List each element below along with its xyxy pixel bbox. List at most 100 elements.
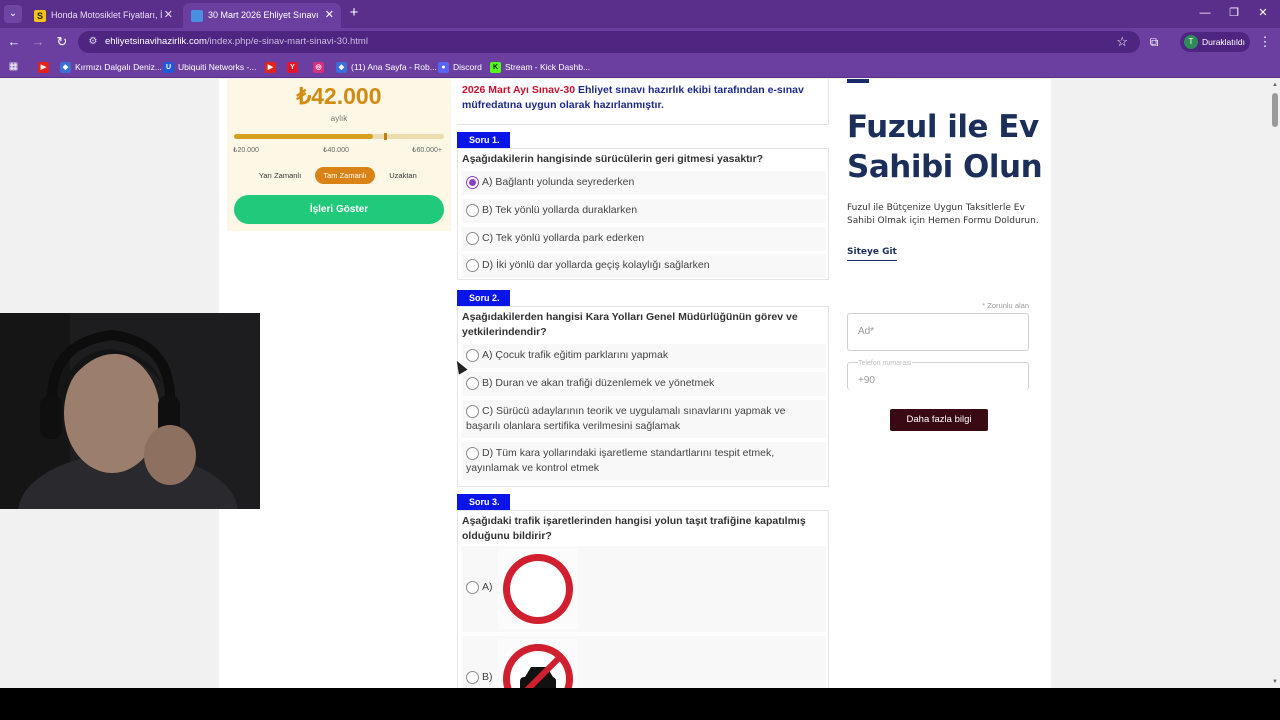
- bookmark-y[interactable]: Y: [287, 59, 302, 75]
- bookmark-discord[interactable]: ● Discord: [438, 59, 482, 75]
- bookmark-ubiquiti[interactable]: U Ubiquiti Networks -...: [163, 59, 256, 75]
- profile-button[interactable]: T Duraklatıldı: [1180, 32, 1250, 52]
- letterbox-bar: [0, 688, 1280, 720]
- tab-honda[interactable]: S Honda Motosiklet Fiyatları, İkinci El ✕: [26, 3, 180, 28]
- more-info-button[interactable]: Daha fazla bilgi: [890, 409, 988, 431]
- page-scrollbar[interactable]: ▲ ▼: [1270, 79, 1280, 688]
- phone-field[interactable]: Telefon numarası +90: [847, 360, 1029, 390]
- url-text: ehliyetsinavihazirlik.com/index.php/e-si…: [105, 31, 368, 53]
- forward-icon[interactable]: →: [30, 34, 46, 50]
- back-icon[interactable]: ←: [6, 34, 22, 50]
- option-b[interactable]: B) Tek yönlü yollarda duraklarken: [462, 199, 826, 223]
- option-d[interactable]: D) İki yönlü dar yollarda geçiş kolaylığ…: [462, 254, 826, 278]
- option-c[interactable]: C) Sürücü adaylarının teorik ve uygulama…: [462, 400, 826, 438]
- ad-panel: Fuzul ile Ev Sahibi Olun Fuzul ile Bütçe…: [837, 79, 1051, 688]
- tab-title: Honda Motosiklet Fiyatları, İkinci El: [51, 10, 163, 21]
- avatar: T: [1184, 35, 1198, 49]
- address-bar[interactable]: ⚙ ehliyetsinavihazirlik.com/index.php/e-…: [78, 31, 1140, 53]
- kick-icon: K: [490, 62, 501, 74]
- question-text: Aşağıdakilerden hangisi Kara Yolları Gen…: [462, 311, 798, 338]
- question-text: Aşağıdaki trafik işaretlerinden hangisi …: [462, 515, 806, 542]
- bookmark-label: (11) Ana Sayfa - Rob...: [351, 62, 437, 72]
- apps-grid-icon[interactable]: ▦: [7, 60, 20, 73]
- ad-accent-bar: [847, 79, 869, 83]
- extensions-icon[interactable]: ⧉: [1146, 34, 1162, 50]
- worktype-remote[interactable]: Uzaktan: [385, 167, 421, 184]
- bookmarks-bar: ▦ ▶ ◆ Kırmızı Dalgalı Deniz... U Ubiquiti …: [0, 56, 1280, 78]
- tab-strip: ⌄ S Honda Motosiklet Fiyatları, İkinci El…: [0, 0, 1280, 28]
- scroll-thumb[interactable]: [1272, 93, 1278, 127]
- salary-widget: ₺42.000 aylık ₺20.000 ₺40.000 ₺60.000+ Y…: [227, 79, 451, 231]
- radio-button[interactable]: [466, 581, 479, 594]
- show-jobs-button[interactable]: İşleri Göster: [234, 195, 444, 224]
- name-field[interactable]: Ad*: [847, 313, 1029, 351]
- webcam-person-graphic: [0, 313, 260, 509]
- menu-kebab-icon[interactable]: ⋮: [1258, 34, 1272, 50]
- closed-to-traffic-sign-graphic: [503, 554, 573, 624]
- radio-button[interactable]: [466, 259, 479, 272]
- closed-to-traffic-sign-icon[interactable]: [498, 549, 578, 629]
- bookmark-instagram[interactable]: ◎: [313, 59, 328, 75]
- bookmark-roblox[interactable]: ◆ (11) Ana Sayfa - Rob...: [336, 59, 437, 75]
- ad-description: Fuzul ile Bütçenize Uygun Taksitlerle Ev…: [847, 203, 1039, 226]
- worktype-full-time[interactable]: Tam Zamanlı: [315, 167, 375, 184]
- salary-period: aylık: [330, 114, 348, 123]
- instagram-icon: ◎: [313, 62, 324, 74]
- bookmark-youtube-2[interactable]: ▶: [265, 59, 280, 75]
- scroll-up-icon[interactable]: ▲: [1271, 81, 1279, 89]
- radio-button[interactable]: [466, 204, 479, 217]
- site-info-icon[interactable]: ⚙: [86, 35, 100, 49]
- required-note: * Zorunlu alan: [982, 301, 1029, 310]
- reload-icon[interactable]: ↻: [54, 34, 70, 50]
- bookmark-label: Stream - Kick Dashb...: [505, 62, 591, 72]
- radio-button[interactable]: [466, 671, 479, 684]
- bookmark-star-icon[interactable]: ☆: [1116, 34, 1128, 50]
- bookmark-kick[interactable]: K Stream - Kick Dashb...: [490, 59, 590, 75]
- browser-toolbar: ← → ↻ ⚙ ehliyetsinavihazirlik.com/index.…: [0, 28, 1280, 56]
- restore-icon[interactable]: ❐: [1225, 5, 1243, 21]
- bookmark-youtube[interactable]: ▶: [38, 59, 53, 75]
- question-1: Aşağıdakilerin hangisinde sürücülerin ge…: [457, 148, 829, 280]
- radio-button[interactable]: [466, 232, 479, 245]
- site-favicon-icon: [191, 9, 203, 22]
- no-motor-vehicles-sign-icon[interactable]: [498, 639, 578, 688]
- y-icon: Y: [287, 62, 298, 74]
- option-c[interactable]: C) Tek yönlü yollarda park ederken: [462, 227, 826, 251]
- scroll-down-icon[interactable]: ▼: [1271, 678, 1279, 686]
- option-b[interactable]: B) Duran ve akan trafiği düzenlemek ve y…: [462, 372, 826, 396]
- question-label: Soru 3.: [457, 494, 510, 510]
- webcam-overlay: [0, 313, 260, 509]
- worktype-part-time[interactable]: Yarı Zamanlı: [253, 167, 307, 184]
- option-a[interactable]: A) Bağlantı yolunda seyrederken: [462, 171, 826, 195]
- option-b[interactable]: B): [462, 636, 826, 688]
- ad-site-link[interactable]: Siteye Git: [847, 247, 897, 261]
- roblox-icon: ◆: [336, 62, 347, 74]
- url-path: /index.php/e-sinav-mart-sinavi-30.html: [206, 36, 368, 47]
- tab-ehliyet[interactable]: 30 Mart 2026 Ehliyet Sınavı Hazırlık ✕: [183, 3, 341, 28]
- option-a[interactable]: A): [462, 546, 826, 632]
- range-min-label: ₺20.000: [233, 147, 259, 154]
- salary-slider[interactable]: [234, 133, 444, 140]
- discord-icon: ●: [438, 62, 449, 74]
- youtube-icon: ▶: [38, 62, 49, 74]
- new-tab-icon[interactable]: +: [346, 4, 362, 22]
- exam-intro: 2026 Mart Ayı Sınav-30 Ehliyet sınavı ha…: [457, 79, 829, 125]
- salary-slider-fill: [234, 134, 373, 139]
- radio-button[interactable]: [466, 349, 479, 362]
- tab-close-icon[interactable]: ✕: [325, 3, 334, 28]
- bookmark-label: Ubiquiti Networks -...: [178, 62, 257, 72]
- screen: ⌄ S Honda Motosiklet Fiyatları, İkinci El…: [0, 0, 1280, 720]
- salary-slider-thumb[interactable]: [384, 133, 387, 140]
- option-d[interactable]: D) Tüm kara yollarındaki işaretleme stan…: [462, 442, 826, 480]
- radio-button[interactable]: [466, 176, 479, 189]
- minimize-icon[interactable]: —: [1196, 5, 1214, 21]
- phone-placeholder: +90: [858, 375, 875, 386]
- tab-search-icon[interactable]: ⌄: [4, 5, 22, 23]
- sahibinden-favicon-icon: S: [34, 9, 46, 22]
- tab-close-icon[interactable]: ✕: [164, 3, 173, 28]
- no-motor-vehicles-sign-graphic: [503, 644, 573, 688]
- close-window-icon[interactable]: ✕: [1254, 5, 1272, 21]
- radio-button[interactable]: [466, 377, 479, 390]
- option-a[interactable]: A) Çocuk trafik eğitim parklarını yapmak: [462, 344, 826, 368]
- bookmark-kirmizi[interactable]: ◆ Kırmızı Dalgalı Deniz...: [60, 59, 162, 75]
